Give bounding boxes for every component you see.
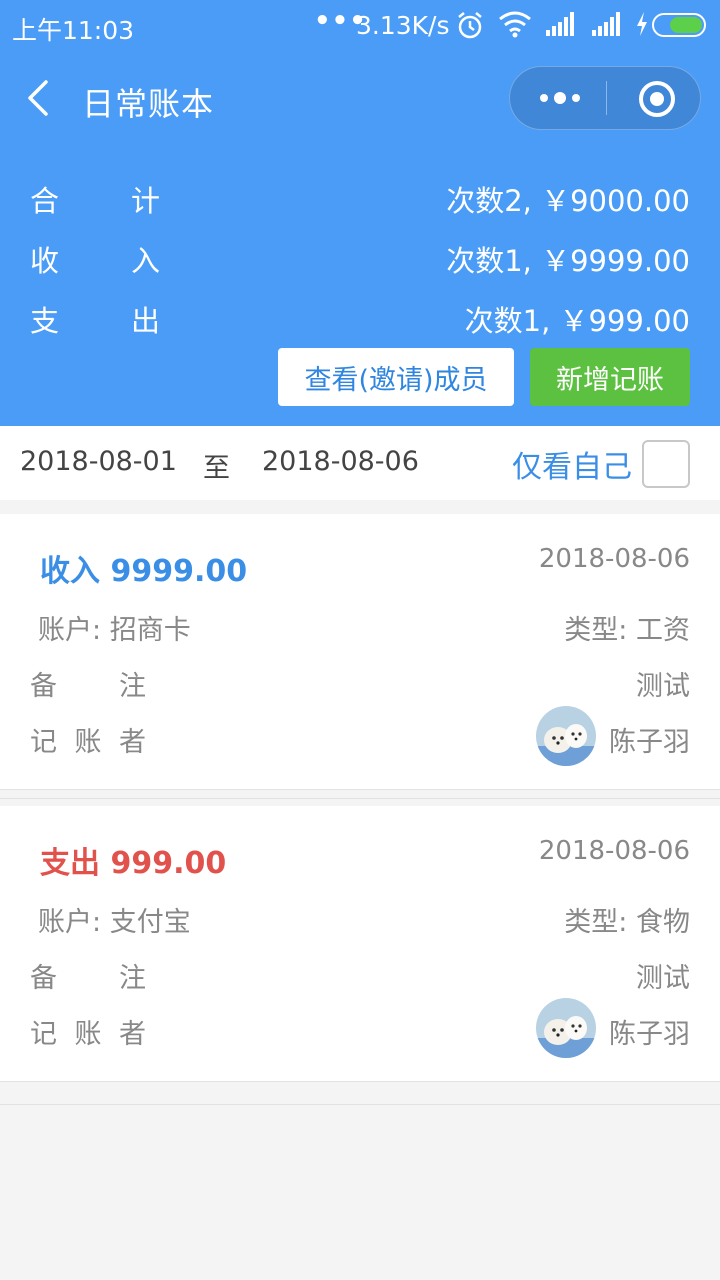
status-time: 上午11:03 <box>12 16 135 45</box>
record-recorder-row: 记账者 陈子羽 <box>30 706 690 766</box>
record-note-row: 备注 测试 <box>30 956 690 996</box>
summary-label: 收入 <box>30 244 160 278</box>
note-value: 测试 <box>636 671 690 702</box>
divider <box>0 798 720 799</box>
note-value: 测试 <box>636 963 690 994</box>
type-text: 类型: 食物 <box>564 907 690 938</box>
back-arrow-icon[interactable] <box>22 78 58 118</box>
record-account-row: 账户: 招商卡 类型: 工资 <box>30 608 690 648</box>
divider <box>0 1104 720 1105</box>
wifi-icon <box>499 11 531 38</box>
status-bar: 上午11:03 ••• 3.13K/s <box>0 0 720 52</box>
note-label: 备注 <box>30 671 146 702</box>
view-invite-members-button[interactable]: 查看(邀请)成员 <box>278 348 514 406</box>
summary-total: 合计 次数2, ￥9000.00 <box>0 170 720 220</box>
add-record-button[interactable]: 新增记账 <box>530 348 690 406</box>
record-recorder-row: 记账者 陈子羽 <box>30 998 690 1058</box>
close-target-icon[interactable] <box>638 80 676 118</box>
page-title: 日常账本 <box>82 85 215 123</box>
date-range-separator: 至 <box>203 453 230 484</box>
battery-icon <box>652 13 706 37</box>
recorder-label: 记账者 <box>30 727 146 758</box>
summary-income: 收入 次数1, ￥9999.00 <box>0 230 720 280</box>
more-icon[interactable] <box>538 83 582 113</box>
recorder-name: 陈子羽 <box>609 1019 690 1050</box>
header-area: 上午11:03 ••• 3.13K/s 日常账本 合 计 次数2, ￥9000.… <box>0 0 720 426</box>
date-filter-bar: 2018-08-01 至 2018-08-06 仅看自己 <box>0 426 720 500</box>
signal-icon <box>592 12 620 36</box>
summary-label: 合计 <box>30 184 160 218</box>
account-text: 账户: 支付宝 <box>38 907 191 938</box>
avatar <box>536 998 596 1058</box>
record-date: 2018-08-06 <box>538 836 690 866</box>
record-card[interactable]: 收入 9999.00 2018-08-06 账户: 招商卡 类型: 工资 备注 … <box>0 514 720 790</box>
capsule-divider <box>606 81 607 115</box>
record-kind-amount: 收入 9999.00 <box>40 554 248 589</box>
summary-value: 次数1, ￥9999.00 <box>446 244 690 278</box>
start-date-picker[interactable]: 2018-08-01 <box>20 446 177 477</box>
summary-value: 次数2, ￥9000.00 <box>446 184 690 218</box>
only-self-checkbox[interactable] <box>642 440 690 488</box>
network-speed: 3.13K/s <box>356 11 450 40</box>
avatar <box>536 706 596 766</box>
mini-program-capsule <box>509 66 701 130</box>
only-self-label[interactable]: 仅看自己 <box>512 442 632 486</box>
recorder-name: 陈子羽 <box>609 727 690 758</box>
account-text: 账户: 招商卡 <box>38 615 191 646</box>
record-kind-amount: 支出 999.00 <box>40 846 227 881</box>
summary-value: 次数1, ￥999.00 <box>464 304 690 338</box>
nav-bar: 日常账本 <box>0 52 720 146</box>
type-text: 类型: 工资 <box>564 615 690 646</box>
summary-label: 支出 <box>30 304 160 338</box>
recorder-label: 记账者 <box>30 1019 146 1050</box>
record-note-row: 备注 测试 <box>30 664 690 704</box>
record-date: 2018-08-06 <box>538 544 690 574</box>
alarm-icon <box>458 12 482 39</box>
charging-icon <box>637 12 647 36</box>
signal-icon <box>546 12 574 36</box>
record-card[interactable]: 支出 999.00 2018-08-06 账户: 支付宝 类型: 食物 备注 测… <box>0 806 720 1082</box>
summary-expense: 支出 次数1, ￥999.00 <box>0 290 720 340</box>
record-account-row: 账户: 支付宝 类型: 食物 <box>30 900 690 940</box>
end-date-picker[interactable]: 2018-08-06 <box>262 446 419 477</box>
note-label: 备注 <box>30 963 146 994</box>
